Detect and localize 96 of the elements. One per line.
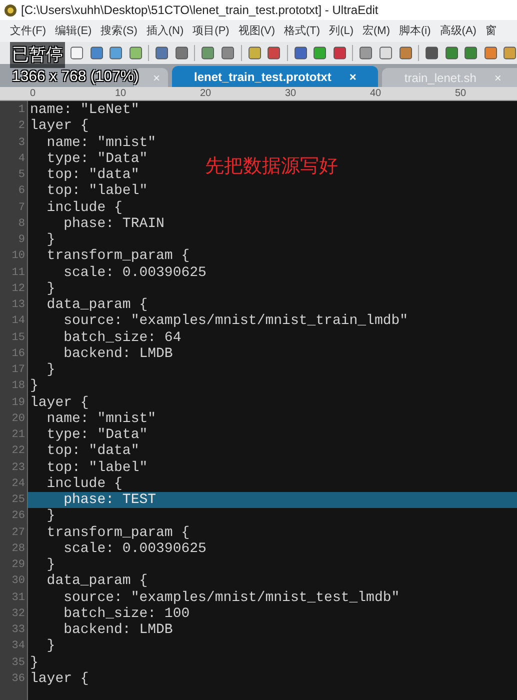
- code-line: }: [46, 362, 56, 378]
- code-line: data_param {: [46, 297, 148, 314]
- menu-item[interactable]: 宏(M): [362, 22, 390, 40]
- line-number: 8: [18, 218, 25, 230]
- window-title: [C:\Users\xuhh\Desktop\51CTO\lenet_train_test.prototxt] - UltraEdit: [21, 2, 378, 19]
- line-number: 25: [12, 494, 25, 506]
- line-number: 35: [12, 656, 25, 668]
- code-line: source: "examples/mnist/mnist_train_lmdb": [62, 313, 408, 330]
- annotation-text: 先把数据源写好: [205, 154, 338, 179]
- paused-overlay: 已暂停: [10, 42, 65, 68]
- line-number: 4: [18, 152, 25, 165]
- line-number: 18: [12, 380, 25, 392]
- line-number: 23: [12, 462, 25, 474]
- code-line: layer {: [29, 394, 89, 411]
- line-number: 24: [12, 478, 25, 490]
- code-line: include {: [46, 476, 122, 492]
- menu-item[interactable]: 文件(F): [10, 22, 46, 40]
- line-number: 30: [12, 575, 25, 588]
- line-number: 12: [12, 282, 25, 295]
- code-line: }: [46, 232, 56, 248]
- close-icon[interactable]: ×: [349, 68, 356, 86]
- menu-item[interactable]: 项目(P): [192, 22, 230, 40]
- code-line: }: [46, 638, 56, 654]
- code-line: }: [29, 654, 38, 671]
- menu-item[interactable]: 窗: [485, 22, 496, 40]
- code-line: type: "Data": [46, 150, 148, 167]
- line-number: 28: [12, 542, 25, 555]
- line-number: 32: [12, 608, 25, 620]
- line-number: 26: [12, 510, 25, 522]
- ruler-number: 10: [115, 88, 126, 99]
- menu-item[interactable]: 视图(V): [238, 22, 276, 40]
- line-number: 31: [12, 592, 25, 604]
- line-number: 6: [18, 185, 25, 198]
- code-line: backend: LMDB: [62, 622, 173, 638]
- code-line: top: "data": [46, 443, 140, 460]
- code-line: }: [46, 557, 56, 574]
- menu-item[interactable]: 插入(N): [146, 22, 184, 40]
- menu-item[interactable]: 高级(A): [440, 22, 476, 40]
- line-number: 16: [12, 348, 25, 360]
- app-icon: [4, 4, 17, 16]
- code-line: }: [46, 280, 56, 297]
- line-number: 36: [12, 672, 25, 685]
- line-number: 13: [12, 299, 25, 311]
- line-number: 15: [12, 332, 25, 344]
- line-number: 3: [18, 136, 25, 148]
- line-number: 19: [12, 396, 25, 408]
- code-line: data_param {: [46, 573, 148, 590]
- line-number: 14: [12, 315, 25, 328]
- ruler-number: 40: [370, 88, 382, 99]
- code-line: scale: 0.00390625: [62, 540, 206, 557]
- menu-item[interactable]: 列(L): [329, 22, 354, 40]
- menu-item[interactable]: 格式(T): [284, 22, 320, 40]
- code-line: scale: 0.00390625: [62, 264, 206, 281]
- line-number: 33: [12, 624, 25, 636]
- line-number: 17: [12, 364, 25, 376]
- code-line: phase: TRAIN: [62, 216, 164, 232]
- code-line: include {: [46, 200, 122, 216]
- tab-label: lenet_train_test.prototxt: [194, 68, 332, 86]
- line-number: 22: [12, 445, 25, 458]
- code-line: top: "label": [46, 460, 148, 476]
- ruler-number: 20: [200, 88, 212, 99]
- code-line: name: "mnist": [46, 134, 156, 151]
- line-number: 20: [12, 412, 25, 425]
- code-line: batch_size: 64: [62, 330, 182, 346]
- code-line: name: "LeNet": [29, 102, 140, 118]
- code-line: layer {: [29, 118, 89, 134]
- code-line: }: [46, 508, 56, 524]
- code-line: batch_size: 100: [62, 606, 190, 622]
- code-line: top: "label": [46, 183, 148, 200]
- code-line: source: "examples/mnist/mnist_test_lmdb": [62, 590, 400, 606]
- line-number: 9: [18, 234, 25, 246]
- code-line: transform_param {: [46, 248, 190, 264]
- code-line: top: "data": [46, 167, 140, 184]
- line-number: 5: [18, 169, 25, 181]
- menu-item[interactable]: 编辑(E): [55, 22, 92, 40]
- code-line: transform_param {: [46, 524, 190, 541]
- ruler-number: 50: [455, 88, 466, 99]
- ruler-number: 30: [285, 88, 296, 99]
- line-number: 29: [12, 559, 25, 571]
- line-number: 11: [12, 266, 25, 278]
- ruler-number: 0: [30, 88, 36, 99]
- line-number: 21: [12, 429, 25, 441]
- code-line: layer {: [29, 670, 89, 687]
- line-number: 34: [12, 640, 25, 652]
- line-number: 10: [12, 250, 25, 262]
- line-number: 27: [12, 526, 25, 538]
- code-line: type: "Data": [46, 427, 148, 444]
- menu-item[interactable]: 脚本(i): [399, 22, 431, 40]
- line-number: 1: [18, 104, 25, 116]
- line-number: 7: [18, 202, 25, 214]
- code-line: backend: LMDB: [62, 346, 173, 362]
- code-line: name: "mnist": [46, 410, 156, 427]
- code-line: }: [29, 378, 38, 394]
- file-tab[interactable]: lenet_train_test.prototxt ×: [172, 66, 378, 87]
- menu-item[interactable]: 搜索(S): [100, 22, 138, 40]
- line-number: 2: [18, 120, 25, 132]
